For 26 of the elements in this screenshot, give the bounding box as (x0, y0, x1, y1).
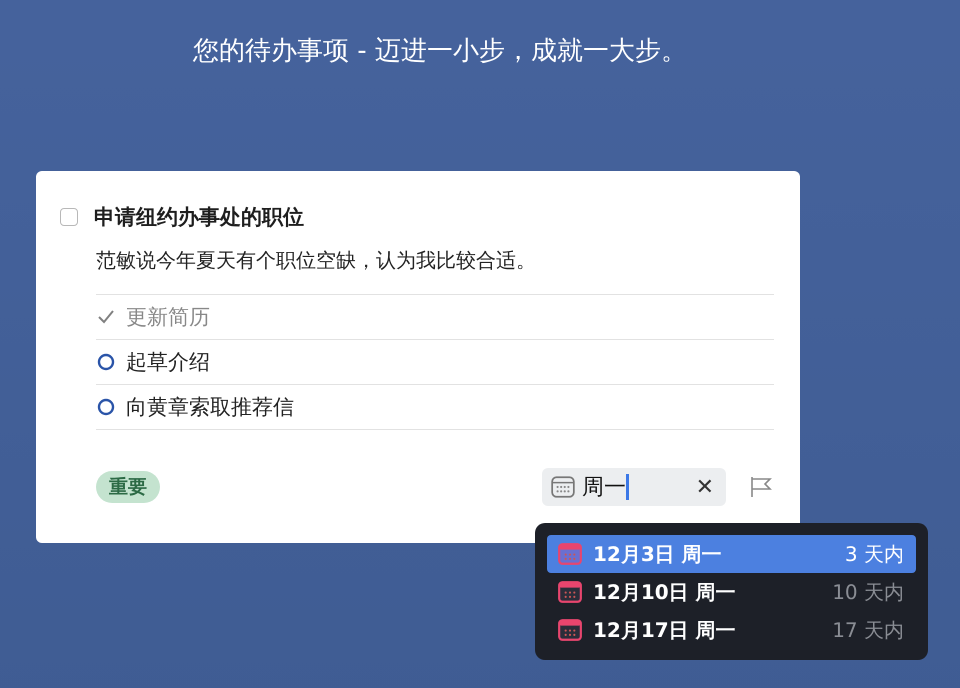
date-text: 12月17日 周一 (593, 616, 736, 644)
calendar-icon (557, 541, 583, 567)
date-option[interactable]: 12月17日 周一 17 天内 (547, 611, 916, 649)
page-heading: 您的待办事项 - 迈进一小步，成就一大步。 (192, 35, 688, 68)
circle-icon[interactable] (96, 352, 116, 372)
relative-date: 3 天内 (844, 540, 904, 568)
task-note[interactable]: 范敏说今年夏天有个职位空缺，认为我比较合适。 (96, 247, 774, 274)
subtask-label[interactable]: 更新简历 (126, 303, 210, 331)
circle-icon[interactable] (96, 397, 116, 417)
subtask-label[interactable]: 起草介绍 (126, 348, 210, 376)
flag-icon[interactable] (748, 474, 774, 500)
calendar-icon (557, 579, 583, 605)
tag[interactable]: 重要 (96, 471, 160, 503)
date-option[interactable]: 12月3日 周一 3 天内 (547, 535, 916, 573)
subtask-label[interactable]: 向黄章索取推荐信 (126, 393, 294, 421)
date-option[interactable]: 12月10日 周一 10 天内 (547, 573, 916, 611)
date-text: 12月10日 周一 (593, 578, 736, 606)
calendar-icon (557, 617, 583, 643)
task-title[interactable]: 申请纽约办事处的职位 (94, 203, 304, 231)
date-field[interactable]: 周一 ✕ (542, 468, 726, 506)
calendar-icon (550, 474, 576, 500)
clear-button[interactable]: ✕ (696, 474, 714, 500)
relative-date: 17 天内 (832, 616, 904, 644)
date-text: 12月3日 周一 (593, 540, 722, 568)
relative-date: 10 天内 (832, 578, 904, 606)
checkbox[interactable] (60, 208, 78, 226)
